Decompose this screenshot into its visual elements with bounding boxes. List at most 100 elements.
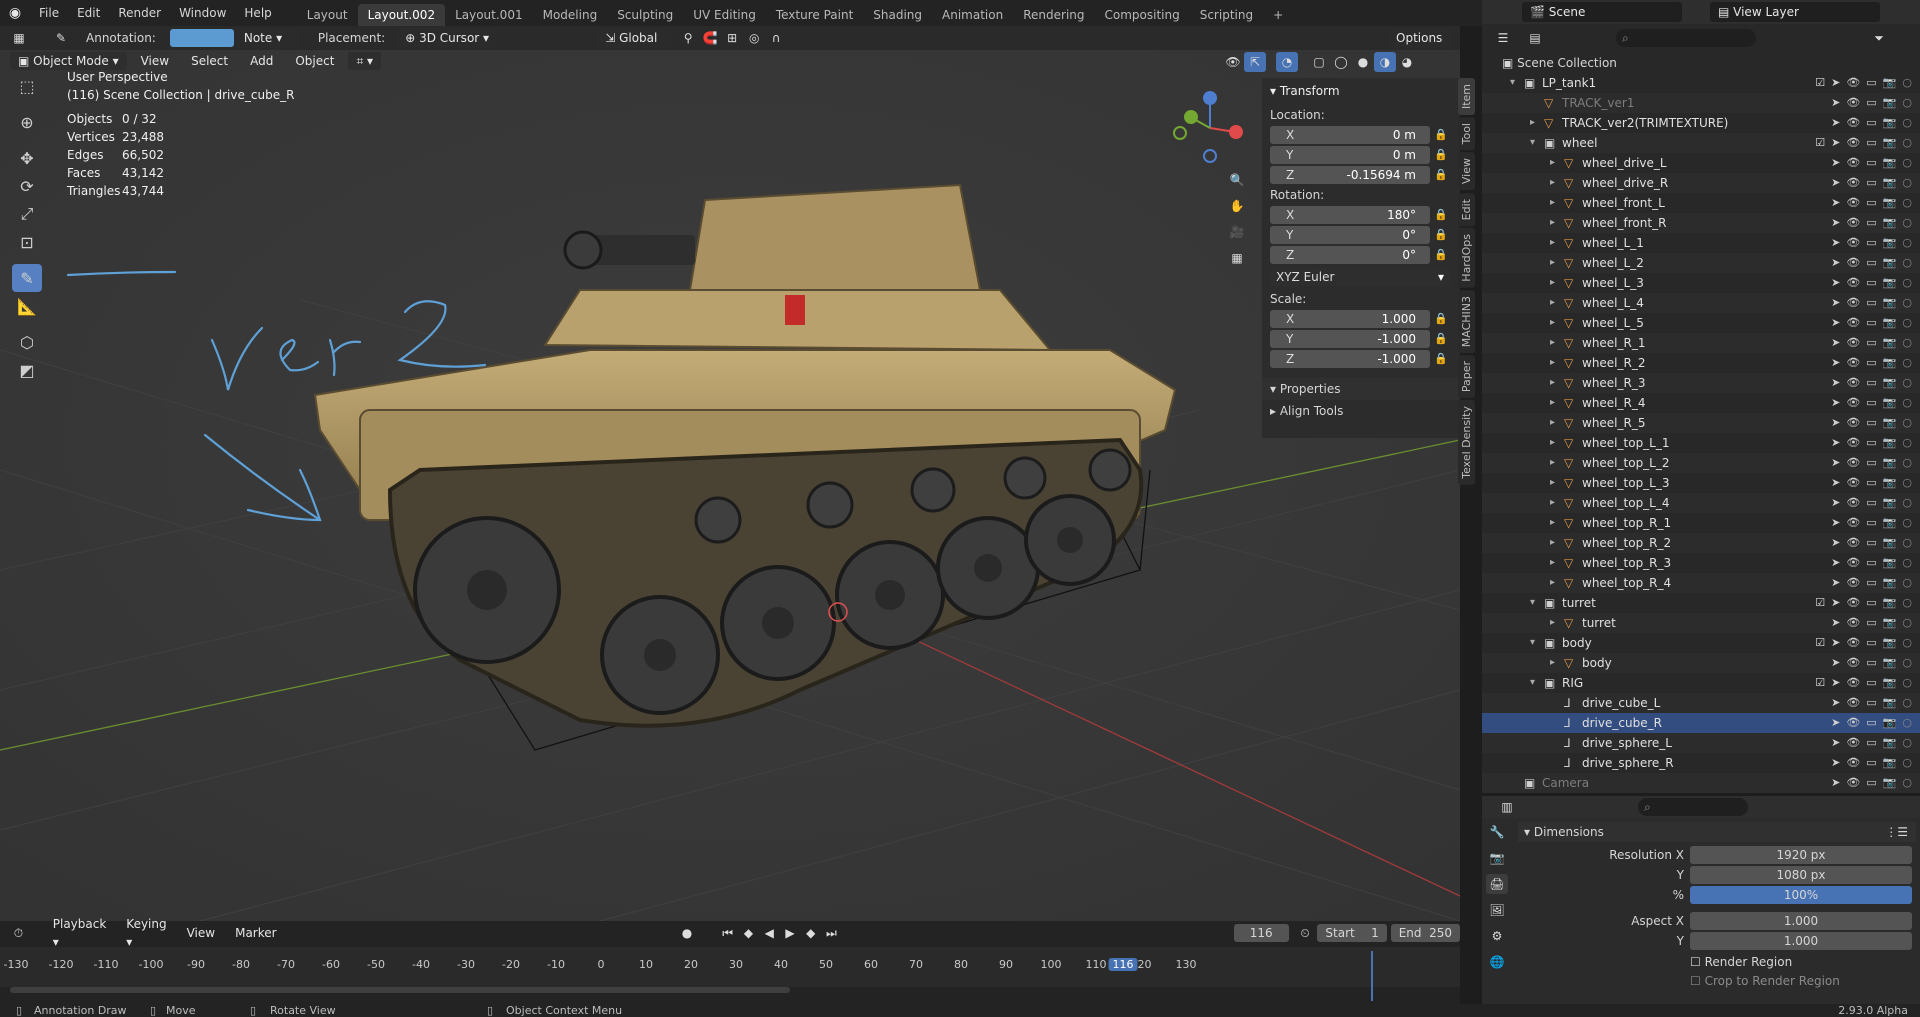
render-camera-icon[interactable]: 📷: [1883, 73, 1897, 93]
lock-icon[interactable]: 🔒: [1434, 246, 1448, 264]
expand-arrow-icon[interactable]: ▸: [1550, 173, 1555, 193]
menu-edit[interactable]: Edit: [68, 0, 109, 26]
expand-arrow-icon[interactable]: ▸: [1550, 553, 1555, 573]
holdout-icon[interactable]: ○: [1902, 113, 1912, 133]
outliner-row[interactable]: ▸ ▽ wheel_top_R_3 ➤ 👁 ▭ 📷 ○: [1482, 553, 1920, 573]
pan-hand-icon[interactable]: ✋: [1226, 196, 1248, 216]
holdout-icon[interactable]: ○: [1902, 213, 1912, 233]
holdout-icon[interactable]: ○: [1902, 473, 1912, 493]
lock-icon[interactable]: 🔒: [1434, 310, 1448, 328]
select-arrow-icon[interactable]: ➤: [1831, 733, 1840, 753]
eye-icon[interactable]: 👁: [1846, 713, 1860, 733]
viewport-icon[interactable]: ▭: [1866, 633, 1876, 653]
holdout-icon[interactable]: ○: [1902, 493, 1912, 513]
material-shading-icon[interactable]: ◑: [1374, 52, 1396, 72]
viewport-icon[interactable]: ▭: [1866, 293, 1876, 313]
holdout-icon[interactable]: ○: [1902, 293, 1912, 313]
eye-icon[interactable]: 👁: [1846, 153, 1860, 173]
select-arrow-icon[interactable]: ➤: [1831, 553, 1840, 573]
stopwatch-icon[interactable]: ⏲: [1297, 923, 1314, 943]
viewport-icon[interactable]: ▭: [1866, 613, 1876, 633]
select-arrow-icon[interactable]: ➤: [1831, 773, 1840, 793]
eye-icon[interactable]: 👁: [1846, 393, 1860, 413]
outliner-row[interactable]: ▾ ▣ wheel ☑ ➤ 👁 ▭ 📷 ○: [1482, 133, 1920, 153]
snap-target-icon[interactable]: ⊞: [721, 28, 743, 48]
outliner-row[interactable]: ▸ ▽ wheel_L_1 ➤ 👁 ▭ 📷 ○: [1482, 233, 1920, 253]
render-camera-icon[interactable]: 📷: [1883, 473, 1897, 493]
select-arrow-icon[interactable]: ➤: [1831, 693, 1840, 713]
scene-select[interactable]: 🎬 Scene: [1522, 2, 1682, 22]
note-layer-select[interactable]: Note ▾: [235, 28, 300, 48]
blender-logo-icon[interactable]: ◉: [0, 5, 30, 21]
holdout-icon[interactable]: ○: [1902, 533, 1912, 553]
expand-arrow-icon[interactable]: ▸: [1550, 313, 1555, 333]
expand-arrow-icon[interactable]: ▸: [1550, 333, 1555, 353]
select-arrow-icon[interactable]: ➤: [1831, 713, 1840, 733]
select-arrow-icon[interactable]: ➤: [1831, 393, 1840, 413]
timeline-scrollbar[interactable]: [10, 987, 790, 993]
select-arrow-icon[interactable]: ➤: [1831, 533, 1840, 553]
expand-arrow-icon[interactable]: ▸: [1550, 653, 1555, 673]
outliner-editor-icon[interactable]: ☰: [1492, 28, 1514, 48]
rotation-z-field[interactable]: Z 0° 🔒: [1270, 246, 1448, 264]
select-arrow-icon[interactable]: ➤: [1831, 273, 1840, 293]
aspect-x-field[interactable]: 1.000: [1690, 912, 1912, 930]
eye-icon[interactable]: 👁: [1846, 273, 1860, 293]
holdout-icon[interactable]: ○: [1902, 133, 1912, 153]
sidebar-tab-item[interactable]: Item: [1458, 78, 1475, 116]
eye-icon[interactable]: 👁: [1846, 93, 1860, 113]
viewport-icon[interactable]: ▭: [1866, 133, 1876, 153]
properties-editor-icon[interactable]: ▥: [1496, 797, 1518, 817]
viewport-icon[interactable]: ▭: [1866, 273, 1876, 293]
outliner-row[interactable]: ▸ ▽ turret ➤ 👁 ▭ 📷 ○: [1482, 613, 1920, 633]
viewport-icon[interactable]: ▭: [1866, 453, 1876, 473]
select-arrow-icon[interactable]: ➤: [1831, 353, 1840, 373]
viewport-icon[interactable]: ▭: [1866, 673, 1876, 693]
orientation-select[interactable]: ⇲ Global ▾: [597, 28, 672, 65]
xray-icon[interactable]: ▢: [1308, 52, 1330, 72]
holdout-icon[interactable]: ○: [1902, 433, 1912, 453]
holdout-icon[interactable]: ○: [1902, 633, 1912, 653]
measure-tool-icon[interactable]: 📐: [12, 292, 42, 320]
viewport-icon[interactable]: ▭: [1866, 213, 1876, 233]
outliner-row[interactable]: ▸ ▽ wheel_top_L_4 ➤ 👁 ▭ 📷 ○: [1482, 493, 1920, 513]
holdout-icon[interactable]: ○: [1902, 573, 1912, 593]
resolution-x-field[interactable]: 1920 px: [1690, 846, 1912, 864]
view-layer-select[interactable]: ▤ View Layer: [1710, 2, 1880, 22]
viewport-icon[interactable]: ▭: [1866, 333, 1876, 353]
holdout-icon[interactable]: ○: [1902, 313, 1912, 333]
tab-texture-paint[interactable]: Texture Paint: [766, 4, 863, 26]
render-tab-icon[interactable]: 📷: [1486, 848, 1508, 868]
render-camera-icon[interactable]: 📷: [1883, 613, 1897, 633]
viewport-icon[interactable]: ▭: [1866, 393, 1876, 413]
render-camera-icon[interactable]: 📷: [1883, 553, 1897, 573]
outliner-row[interactable]: ▸ ▽ wheel_top_R_4 ➤ 👁 ▭ 📷 ○: [1482, 573, 1920, 593]
expand-arrow-icon[interactable]: ▸: [1550, 453, 1555, 473]
viewport-icon[interactable]: ▭: [1866, 193, 1876, 213]
expand-arrow-icon[interactable]: ▸: [1550, 433, 1555, 453]
render-camera-icon[interactable]: 📷: [1883, 693, 1897, 713]
resolution-pct-field[interactable]: 100%: [1690, 886, 1912, 904]
render-camera-icon[interactable]: 📷: [1883, 453, 1897, 473]
rendered-shading-icon[interactable]: ◕: [1396, 52, 1418, 72]
expand-arrow-icon[interactable]: ▸: [1550, 273, 1555, 293]
render-camera-icon[interactable]: 📷: [1883, 233, 1897, 253]
render-camera-icon[interactable]: 📷: [1883, 93, 1897, 113]
lock-icon[interactable]: 🔒: [1434, 226, 1448, 244]
include-checkbox[interactable]: ☑: [1815, 633, 1825, 653]
eye-icon[interactable]: 👁: [1846, 73, 1860, 93]
select-arrow-icon[interactable]: ➤: [1831, 113, 1840, 133]
include-checkbox[interactable]: ☑: [1815, 133, 1825, 153]
select-arrow-icon[interactable]: ➤: [1831, 313, 1840, 333]
outliner-row[interactable]: ▸ ▽ wheel_top_R_2 ➤ 👁 ▭ 📷 ○: [1482, 533, 1920, 553]
render-camera-icon[interactable]: 📷: [1883, 133, 1897, 153]
holdout-icon[interactable]: ○: [1902, 453, 1912, 473]
outliner-row[interactable]: ▣ Camera ➤ 👁 ▭ 📷 ○: [1482, 773, 1920, 793]
lock-icon[interactable]: 🔒: [1434, 146, 1448, 164]
eye-icon[interactable]: 👁: [1846, 753, 1860, 773]
render-camera-icon[interactable]: 📷: [1883, 293, 1897, 313]
tab-compositing[interactable]: Compositing: [1095, 4, 1190, 26]
include-checkbox[interactable]: ☑: [1815, 673, 1825, 693]
dimensions-header[interactable]: ▾ Dimensions ⋮☰: [1518, 822, 1916, 842]
outliner-search-input[interactable]: ⌕: [1616, 29, 1756, 47]
